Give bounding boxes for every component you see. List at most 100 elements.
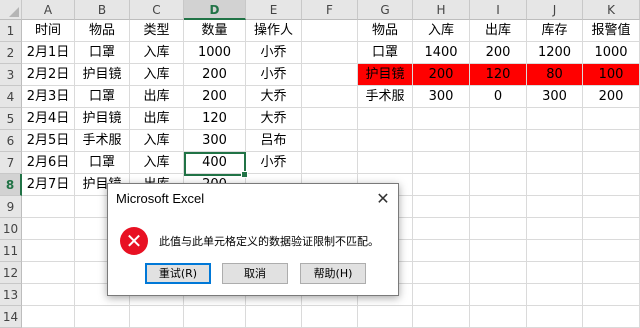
cell-f6[interactable] [302, 130, 358, 152]
cell-a7[interactable]: 2月6日 [22, 152, 75, 174]
cell-h14[interactable] [413, 306, 470, 328]
help-button[interactable]: 帮助(H) [300, 263, 366, 284]
cell-g7[interactable] [358, 152, 413, 174]
dialog-titlebar[interactable]: Microsoft Excel ✕ [108, 184, 398, 214]
row-header-8[interactable]: 8 [0, 174, 22, 196]
cell-i2[interactable]: 200 [470, 42, 527, 64]
cell-k12[interactable] [583, 262, 640, 284]
cell-b3[interactable]: 护目镜 [75, 64, 130, 86]
cell-k7[interactable] [583, 152, 640, 174]
column-header-i[interactable]: I [470, 0, 527, 20]
cell-g3[interactable]: 护目镜 [358, 64, 413, 86]
cell-a12[interactable] [22, 262, 75, 284]
cell-b14[interactable] [75, 306, 130, 328]
row-header-6[interactable]: 6 [0, 130, 22, 152]
cell-k11[interactable] [583, 240, 640, 262]
cell-e5[interactable]: 大乔 [246, 108, 302, 130]
cell-k4[interactable]: 200 [583, 86, 640, 108]
cell-j1[interactable]: 库存 [527, 20, 583, 42]
cell-k6[interactable] [583, 130, 640, 152]
cell-a2[interactable]: 2月1日 [22, 42, 75, 64]
cell-e3[interactable]: 小乔 [246, 64, 302, 86]
column-header-c[interactable]: C [130, 0, 184, 20]
active-cell-d8[interactable] [184, 152, 248, 178]
column-header-h[interactable]: H [413, 0, 470, 20]
cell-i7[interactable] [470, 152, 527, 174]
cell-f7[interactable] [302, 152, 358, 174]
cell-c4[interactable]: 出库 [130, 86, 184, 108]
cell-e4[interactable]: 大乔 [246, 86, 302, 108]
cell-a6[interactable]: 2月5日 [22, 130, 75, 152]
cell-a11[interactable] [22, 240, 75, 262]
cell-f3[interactable] [302, 64, 358, 86]
column-header-k[interactable]: K [583, 0, 640, 20]
column-header-g[interactable]: G [358, 0, 413, 20]
cell-c14[interactable] [130, 306, 184, 328]
cell-a1[interactable]: 时间 [22, 20, 75, 42]
cell-i5[interactable] [470, 108, 527, 130]
cell-g2[interactable]: 口罩 [358, 42, 413, 64]
cell-a4[interactable]: 2月3日 [22, 86, 75, 108]
cell-c1[interactable]: 类型 [130, 20, 184, 42]
cell-h6[interactable] [413, 130, 470, 152]
cell-h1[interactable]: 入库 [413, 20, 470, 42]
column-header-e[interactable]: E [246, 0, 302, 20]
cell-h10[interactable] [413, 218, 470, 240]
row-header-14[interactable]: 14 [0, 306, 22, 328]
row-header-13[interactable]: 13 [0, 284, 22, 306]
row-header-9[interactable]: 9 [0, 196, 22, 218]
cell-k10[interactable] [583, 218, 640, 240]
cell-f2[interactable] [302, 42, 358, 64]
row-header-4[interactable]: 4 [0, 86, 22, 108]
cell-c6[interactable]: 入库 [130, 130, 184, 152]
cell-a3[interactable]: 2月2日 [22, 64, 75, 86]
cell-g6[interactable] [358, 130, 413, 152]
cell-g5[interactable] [358, 108, 413, 130]
cell-k13[interactable] [583, 284, 640, 306]
select-all-corner[interactable] [0, 0, 22, 20]
cell-k2[interactable]: 1000 [583, 42, 640, 64]
cell-h4[interactable]: 300 [413, 86, 470, 108]
cell-i9[interactable] [470, 196, 527, 218]
cell-j8[interactable] [527, 174, 583, 196]
cell-a9[interactable] [22, 196, 75, 218]
cell-k9[interactable] [583, 196, 640, 218]
cell-h12[interactable] [413, 262, 470, 284]
cancel-button[interactable]: 取消 [222, 263, 288, 284]
cell-i3[interactable]: 120 [470, 64, 527, 86]
cell-h8[interactable] [413, 174, 470, 196]
cell-g14[interactable] [358, 306, 413, 328]
column-header-j[interactable]: J [527, 0, 583, 20]
cell-j13[interactable] [527, 284, 583, 306]
cell-i14[interactable] [470, 306, 527, 328]
cell-h2[interactable]: 1400 [413, 42, 470, 64]
cell-e14[interactable] [246, 306, 302, 328]
cell-a5[interactable]: 2月4日 [22, 108, 75, 130]
cell-j9[interactable] [527, 196, 583, 218]
column-header-a[interactable]: A [22, 0, 75, 20]
cell-f14[interactable] [302, 306, 358, 328]
column-header-b[interactable]: B [75, 0, 130, 20]
cell-b2[interactable]: 口罩 [75, 42, 130, 64]
cell-b6[interactable]: 手术服 [75, 130, 130, 152]
cell-k8[interactable] [583, 174, 640, 196]
cell-d3[interactable]: 200 [184, 64, 246, 86]
cell-j11[interactable] [527, 240, 583, 262]
cell-i11[interactable] [470, 240, 527, 262]
cell-c7[interactable]: 入库 [130, 152, 184, 174]
cell-e6[interactable]: 吕布 [246, 130, 302, 152]
row-header-10[interactable]: 10 [0, 218, 22, 240]
cell-i4[interactable]: 0 [470, 86, 527, 108]
cell-i1[interactable]: 出库 [470, 20, 527, 42]
cell-i6[interactable] [470, 130, 527, 152]
cell-k3[interactable]: 100 [583, 64, 640, 86]
cell-j10[interactable] [527, 218, 583, 240]
cell-e2[interactable]: 小乔 [246, 42, 302, 64]
cell-j14[interactable] [527, 306, 583, 328]
row-header-5[interactable]: 5 [0, 108, 22, 130]
cell-j3[interactable]: 80 [527, 64, 583, 86]
row-header-12[interactable]: 12 [0, 262, 22, 284]
cell-k5[interactable] [583, 108, 640, 130]
cell-d5[interactable]: 120 [184, 108, 246, 130]
cell-a10[interactable] [22, 218, 75, 240]
